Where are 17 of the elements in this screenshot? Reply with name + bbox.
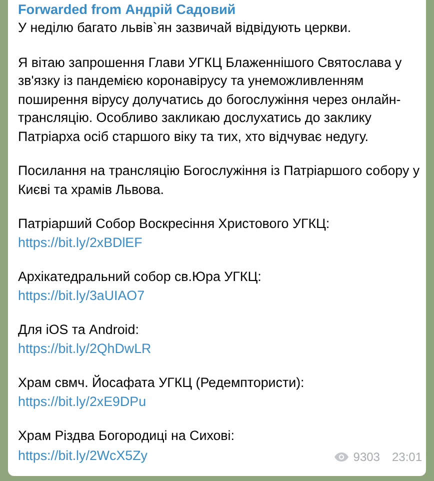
view-count: 9303 — [353, 448, 380, 466]
message-time: 23:01 — [392, 448, 422, 466]
broadcast-link[interactable]: https://bit.ly/2xE9DPu — [18, 392, 146, 412]
eye-icon — [334, 452, 350, 462]
forwarded-from-link[interactable]: Forwarded from Андрій Садовий — [18, 1, 422, 20]
broadcast-link[interactable]: https://bit.ly/2WcX5Zy — [18, 446, 148, 466]
broadcast-link[interactable]: https://bit.ly/2QhDwLR — [18, 340, 152, 358]
message-paragraph: Посилання на трансляцію Богослужіння із Патріаршого собору у Києві та храмів Львова. — [18, 162, 421, 199]
church-label: Для iOS та Android: — [18, 321, 140, 340]
church-label: Архікатедральний собор св.Юра УГКЦ: — [18, 268, 262, 286]
church-label: Храм Різдва Богородиці на Сихові: — [18, 427, 236, 446]
church-label: Патріарший Собор Воскресіння Христового УГКЦ: — [18, 215, 331, 234]
broadcast-link[interactable]: https://bit.ly/2xBDlEF — [18, 234, 142, 252]
message-paragraph: Я вітаю запрошення Глави УГКЦ Блаженнішого Святослава у зв'язку із пандемією коронавірусу та унеможливленням поширення вірусу долучатись до богослужіння через онлайн-трансляцію. Особливо закликаю дослухатись до заклику Патріарха осіб старшого віку та тих, хто відчуває недугу. — [18, 54, 403, 146]
church-label: Храм свмч. Йосафата УГКЦ (Редемптористи): — [18, 374, 306, 392]
message-paragraph: У неділю багато львів`ян зазвичай відвідують церкви. — [18, 19, 352, 38]
broadcast-link[interactable]: https://bit.ly/3aUIAO7 — [18, 286, 145, 306]
